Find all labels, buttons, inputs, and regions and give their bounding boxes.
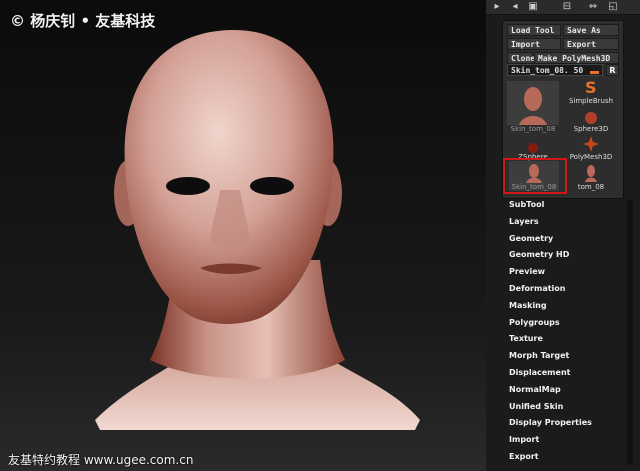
tom08-thumb-icon[interactable]	[583, 164, 599, 182]
menu-item-geometry-hd[interactable]: Geometry HD	[509, 250, 569, 260]
r-button[interactable]: R	[606, 64, 619, 76]
watermark-top: © 杨庆钊 • 友基科技	[10, 12, 156, 30]
tool-thumbnail-main[interactable]	[507, 81, 559, 125]
menu-item-texture[interactable]: Texture	[509, 334, 543, 344]
menu-item-masking[interactable]: Masking	[509, 301, 547, 311]
make-polymesh-button[interactable]: Make PolyMesh3D	[534, 52, 619, 64]
thumb-label-polymesh3d: PolyMesh3D	[569, 153, 613, 161]
top-icon-strip: ▸ ◂ ▣ ⊟ ⇔ ◱	[486, 0, 640, 15]
import-button[interactable]: Import	[507, 38, 561, 50]
sphere3d-icon[interactable]	[584, 110, 598, 124]
watermark-bottom: 友基特约教程 www.ugee.com.cn	[8, 453, 194, 467]
toolbar-icon-b[interactable]: ◂	[508, 1, 522, 12]
polymesh3d-icon[interactable]	[583, 136, 599, 152]
menu-item-geometry[interactable]: Geometry	[509, 234, 553, 244]
simplebrush-icon[interactable]: S	[583, 78, 599, 97]
menu-item-polygroups[interactable]: Polygroups	[509, 318, 560, 328]
thumb-label-simplebrush: SimpleBrush	[568, 97, 614, 105]
zsphere-icon[interactable]	[527, 139, 539, 153]
menu-item-displacement[interactable]: Displacement	[509, 368, 570, 378]
left-eye	[166, 177, 210, 195]
toolbar-icon-d[interactable]: ⊟	[560, 1, 574, 12]
toolbar-icon-e[interactable]: ⇔	[586, 1, 600, 12]
menu-item-import[interactable]: Import	[509, 435, 539, 445]
save-as-button[interactable]: Save As	[563, 24, 619, 36]
menu-item-unified-skin[interactable]: Unified Skin	[509, 402, 563, 412]
load-tool-button[interactable]: Load Tool	[507, 24, 561, 36]
slider-label: Skin_tom_08. 50	[511, 66, 584, 75]
menu-item-layers[interactable]: Layers	[509, 217, 539, 227]
head-model[interactable]	[0, 0, 486, 471]
thumb-label-main: Skin_tom_08	[510, 125, 556, 133]
svg-text:S: S	[585, 79, 597, 95]
tool-slider[interactable]: Skin_tom_08. 50	[507, 64, 603, 76]
menu-item-normalmap[interactable]: NormalMap	[509, 385, 561, 395]
menu-item-deformation[interactable]: Deformation	[509, 284, 565, 294]
right-eye	[250, 177, 294, 195]
menu-item-subtool[interactable]: SubTool	[509, 200, 544, 210]
clone-button[interactable]: Clone	[507, 52, 535, 64]
slider-fill	[590, 71, 599, 74]
selection-highlight	[503, 158, 567, 194]
head-thumb-icon	[519, 87, 547, 125]
menu-item-display-properties[interactable]: Display Properties	[509, 418, 592, 428]
menu-item-preview[interactable]: Preview	[509, 267, 545, 277]
toolbar-icon-a[interactable]: ▸	[490, 1, 504, 12]
menu-item-export[interactable]: Export	[509, 452, 539, 462]
canvas-viewport[interactable]: © 杨庆钊 • 友基科技 友基特约教程 www.ugee.com.cn	[0, 0, 486, 471]
menu-item-morph-target[interactable]: Morph Target	[509, 351, 569, 361]
toolbar-icon-c[interactable]: ▣	[526, 1, 540, 12]
toolbar-icon-f[interactable]: ◱	[606, 1, 620, 12]
export-button[interactable]: Export	[563, 38, 619, 50]
scrollbar[interactable]	[627, 200, 633, 465]
thumb-label-sphere3d: Sphere3D	[573, 125, 609, 133]
thumb-label-tom08: tom_08	[577, 183, 605, 191]
